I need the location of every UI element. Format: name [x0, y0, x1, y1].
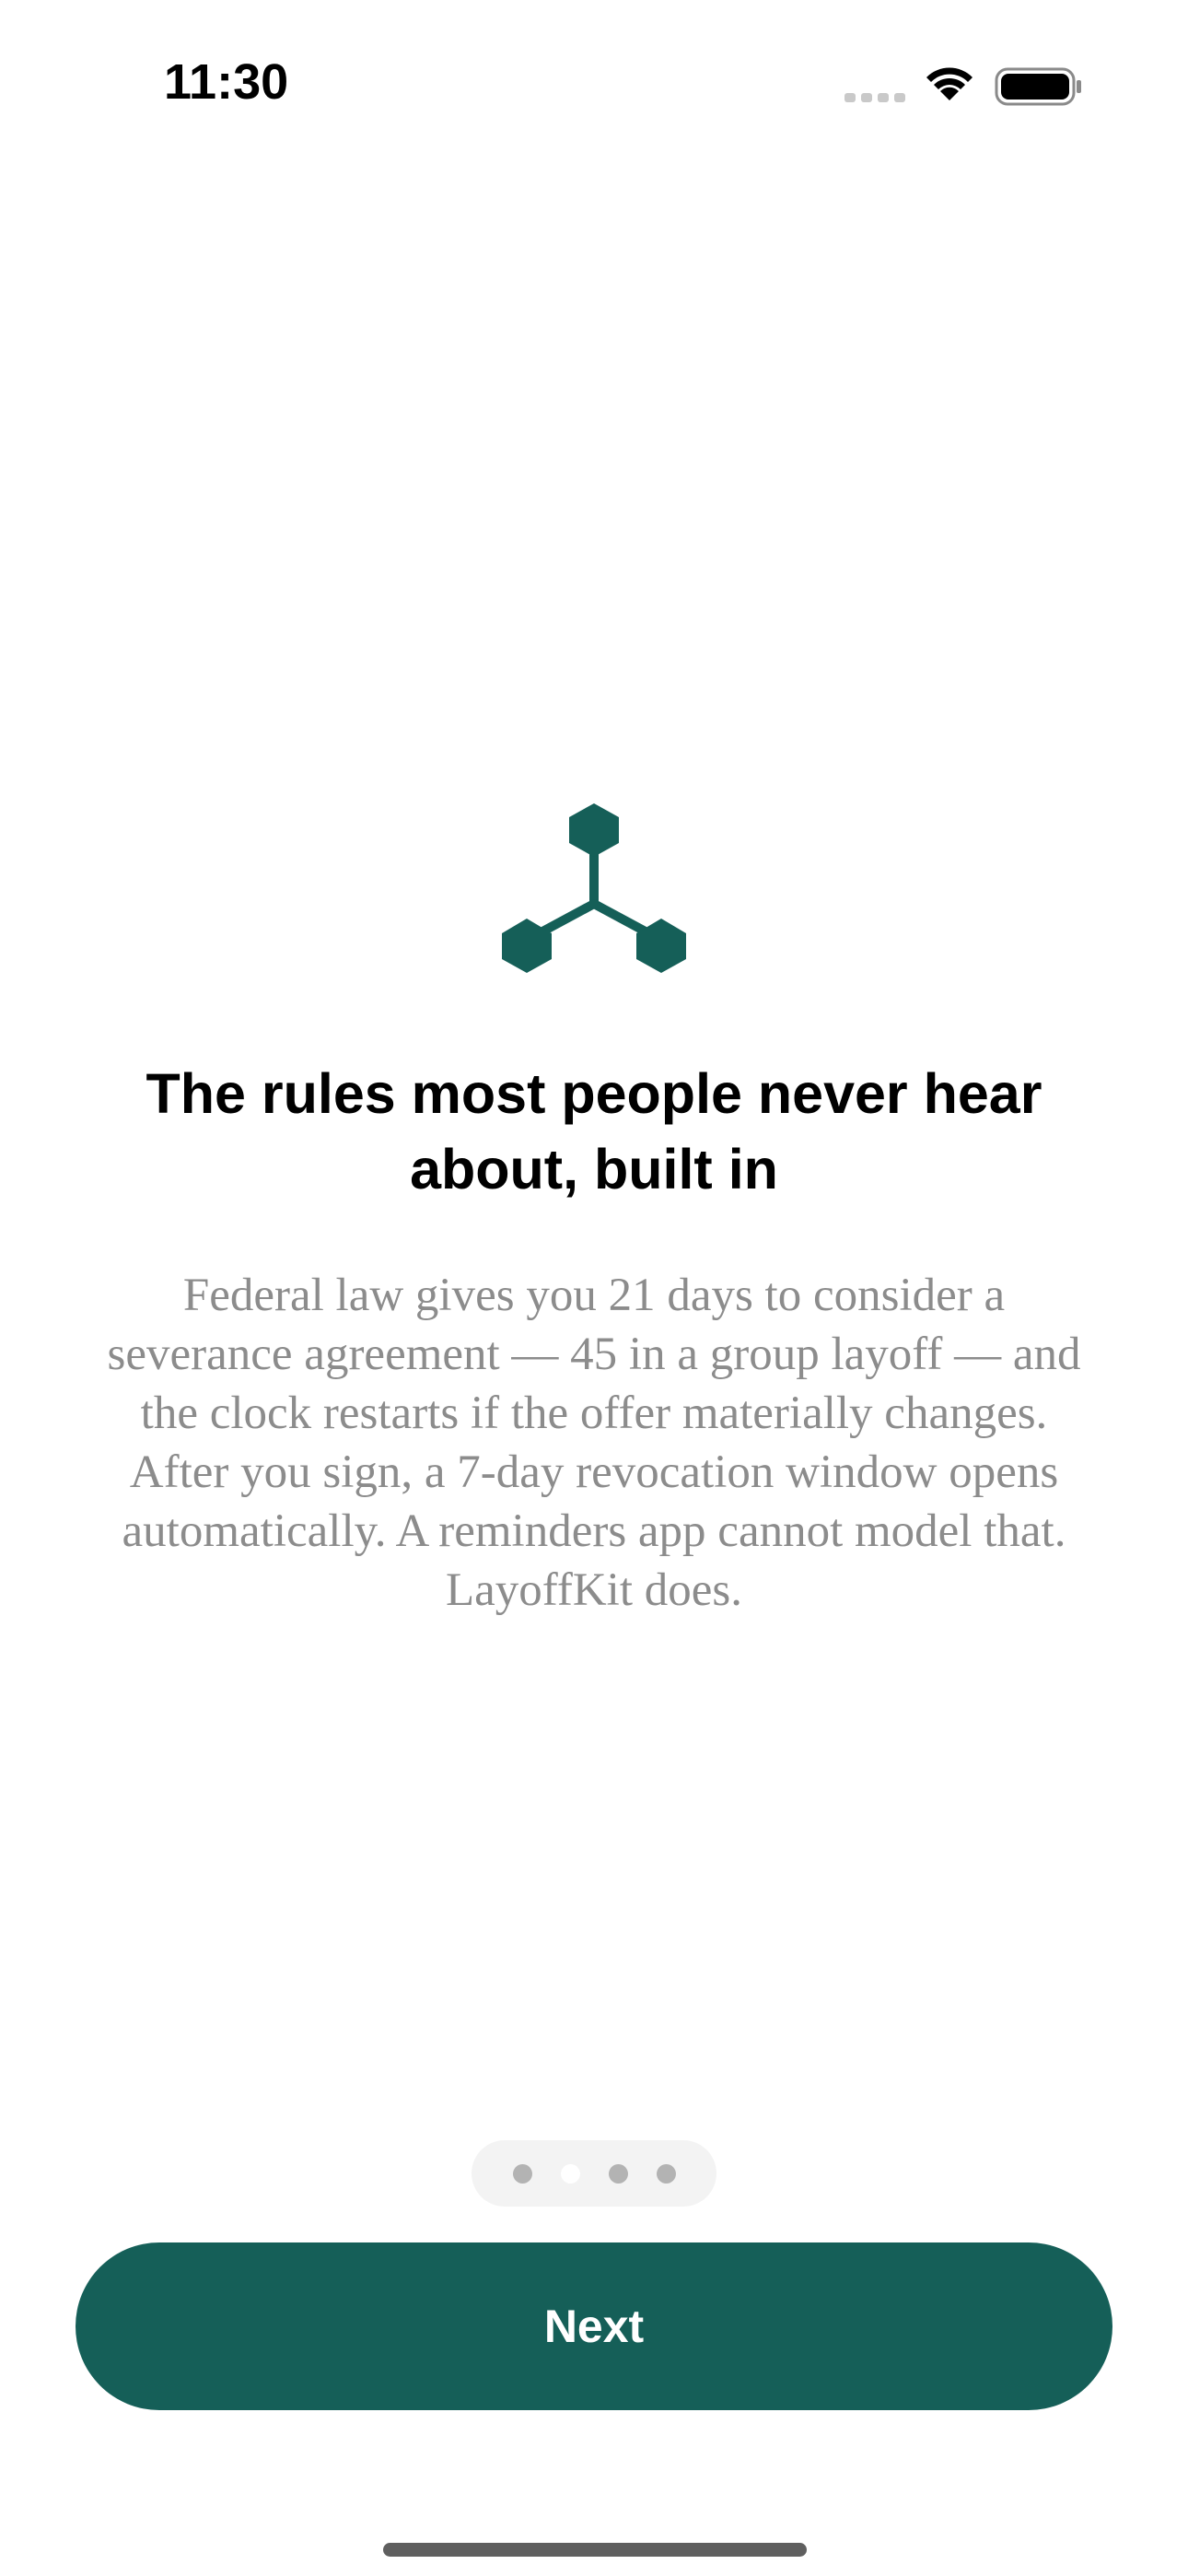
cellular-signal-icon	[844, 93, 905, 102]
page-dot-4[interactable]	[656, 2163, 676, 2184]
onboarding-headline: The rules most people never hear about, …	[146, 1062, 1042, 1200]
page-dot-2-current[interactable]	[560, 2163, 580, 2184]
next-button[interactable]: Next	[76, 2242, 1112, 2410]
page-dot-1[interactable]	[512, 2163, 532, 2184]
status-time: 11:30	[164, 54, 289, 110]
status-icons	[838, 64, 1087, 111]
molecule-network-icon	[495, 800, 693, 975]
page-dot-3[interactable]	[608, 2163, 628, 2184]
wifi-icon	[926, 67, 973, 100]
home-indicator[interactable]	[383, 2543, 807, 2557]
status-bar: 11:30	[0, 0, 1188, 175]
page-indicator[interactable]	[472, 2140, 716, 2207]
battery-icon	[995, 67, 1081, 106]
onboarding-body-text: Federal law gives you 21 days to conside…	[107, 1270, 1081, 1616]
